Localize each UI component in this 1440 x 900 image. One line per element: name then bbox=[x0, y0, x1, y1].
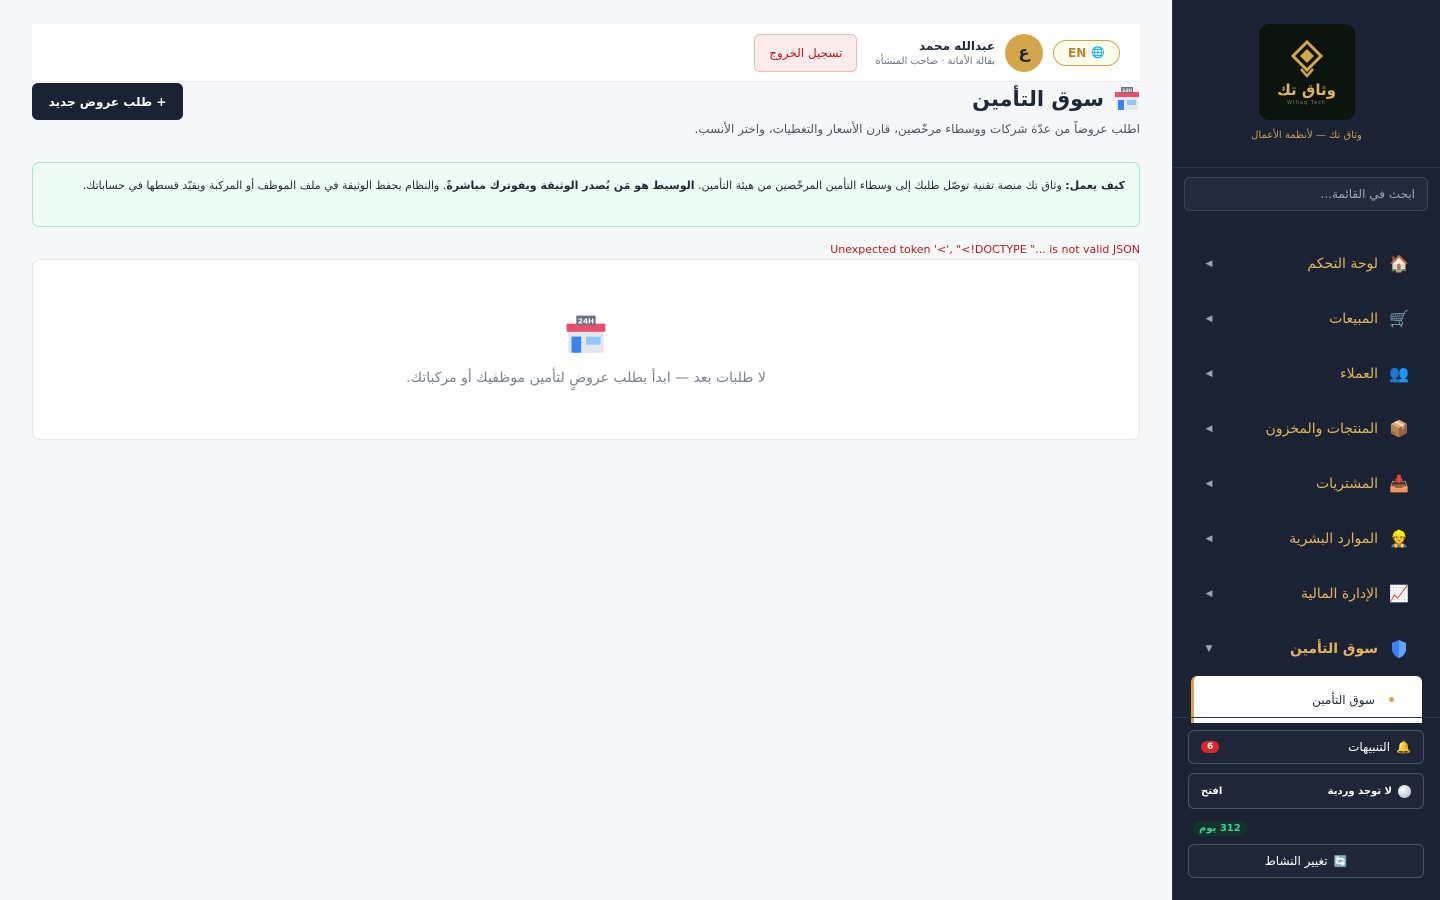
sidebar-item-purchases[interactable]: 📥 المشتريات ◀ bbox=[1173, 456, 1440, 511]
brand-tagline: وثاق تك — لأنظمة الأعمال bbox=[1251, 130, 1362, 141]
sidebar-item-label: المشتريات bbox=[1315, 475, 1378, 492]
inbox-icon: 📥 bbox=[1389, 474, 1409, 493]
caret-down-icon: ▼ bbox=[1205, 643, 1213, 654]
notice-text-1: وثاق تك منصة تقنية توصّل طلبك إلى وسطاء … bbox=[694, 179, 1066, 192]
svg-text:24H: 24H bbox=[1122, 88, 1132, 94]
notice-bold: الوسيط هو مَن يُصدر الوثيقة ويفوترك مباش… bbox=[446, 179, 695, 192]
sidebar-item-label: الإدارة المالية bbox=[1300, 585, 1378, 602]
top-bar: تسجيل الخروج ع عبدالله محمد بقالة الأمان… bbox=[32, 24, 1140, 82]
sidebar-item-label: سوق التأمين bbox=[1290, 640, 1378, 657]
page-title: سوق التأمين bbox=[972, 87, 1104, 111]
how-it-works-notice: كيف يعمل: وثاق تك منصة تقنية توصّل طلبك … bbox=[32, 162, 1140, 227]
caret-left-icon: ◀ bbox=[1205, 478, 1213, 489]
store-24h-icon: 24H bbox=[1115, 87, 1139, 110]
sidebar-footer: 🔔 التنبيهات 6 لا توجد وردية افتح 312 يوم… bbox=[1173, 717, 1440, 878]
bullet-dot-icon bbox=[1389, 697, 1394, 702]
shield-icon bbox=[1388, 638, 1410, 660]
new-quote-request-button[interactable]: + طلب عروض جديد bbox=[32, 83, 183, 120]
chart-icon: 📈 bbox=[1389, 584, 1409, 603]
sidebar-item-hr[interactable]: 👷 الموارد البشرية ◀ bbox=[1173, 511, 1440, 566]
user-role: بقالة الأمانة · صاحب المنشأة bbox=[875, 55, 996, 67]
logo-subtext: Wthaq Tech bbox=[1286, 99, 1327, 106]
error-message: Unexpected token '<', "<!DOCTYPE "... is… bbox=[830, 243, 1140, 256]
sidebar-item-customers[interactable]: 👥 العملاء ◀ bbox=[1173, 346, 1440, 401]
switch-business-label: تغيير النشاط bbox=[1264, 854, 1328, 868]
globe-icon: 🌐 bbox=[1091, 46, 1105, 59]
page-header: 24H سوق التأمين اطلب عروضاً من عدّة شركا… bbox=[32, 83, 1140, 146]
alerts-count-badge: 6 bbox=[1201, 741, 1220, 753]
shift-status: لا توجد وردية افتح bbox=[1188, 773, 1424, 809]
user-name: عبدالله محمد bbox=[918, 38, 996, 53]
person-icon: 👷 bbox=[1389, 529, 1409, 548]
caret-left-icon: ◀ bbox=[1205, 368, 1213, 379]
sidebar-item-label: المبيعات bbox=[1329, 310, 1378, 327]
switch-business-button[interactable]: 🔄 تغيير النشاط bbox=[1188, 844, 1424, 878]
caret-left-icon: ◀ bbox=[1205, 423, 1213, 434]
logout-button[interactable]: تسجيل الخروج bbox=[754, 33, 858, 72]
sidebar-item-products[interactable]: 📦 المنتجات والمخزون ◀ bbox=[1173, 401, 1440, 456]
alerts-button[interactable]: 🔔 التنبيهات 6 bbox=[1188, 730, 1424, 764]
logo-text: وثاق تك bbox=[1277, 80, 1336, 99]
caret-left-icon: ◀ bbox=[1205, 588, 1213, 599]
sidebar-subitem-insurance-market[interactable]: سوق التأمين bbox=[1191, 676, 1422, 723]
empty-state-card: 24H لا طلبات بعد — ابدأ بطلب عروضٍ لتأمي… bbox=[32, 259, 1140, 440]
language-label: EN bbox=[1068, 45, 1087, 60]
sidebar-item-label: المنتجات والمخزون bbox=[1265, 420, 1378, 437]
menu-search-input[interactable] bbox=[1184, 177, 1428, 211]
subscription-days-badge: 312 يوم bbox=[1193, 821, 1247, 836]
sidebar-item-label: لوحة التحكم bbox=[1307, 255, 1378, 272]
page-subtitle: اطلب عروضاً من عدّة شركات ووسطاء مرخّصين… bbox=[694, 122, 1140, 136]
shift-label: لا توجد وردية bbox=[1327, 785, 1392, 797]
notice-text-2: . والنظام يحفظ الوثيقة في ملف الموظف أو … bbox=[82, 179, 447, 192]
notice-prefix: كيف يعمل: bbox=[1065, 179, 1125, 192]
shield-icon bbox=[1392, 639, 1406, 658]
status-dot-icon bbox=[1398, 784, 1411, 798]
sidebar-subitem-label: سوق التأمين bbox=[1312, 692, 1375, 707]
sidebar-item-finance[interactable]: 📈 الإدارة المالية ◀ bbox=[1173, 566, 1440, 621]
empty-state-text: لا طلبات بعد — ابدأ بطلب عروضٍ لتأمين مو… bbox=[406, 369, 766, 386]
refresh-icon: 🔄 bbox=[1333, 854, 1348, 868]
caret-left-icon: ◀ bbox=[1205, 533, 1213, 544]
alerts-label: التنبيهات bbox=[1348, 740, 1391, 754]
topbar-actions: تسجيل الخروج ع عبدالله محمد بقالة الأمان… bbox=[754, 33, 1120, 72]
caret-left-icon: ◀ bbox=[1205, 258, 1213, 269]
sidebar-nav: 🏠 لوحة التحكم ◀ 🛒 المبيعات ◀ 👥 العملاء ◀… bbox=[1173, 236, 1440, 723]
sidebar-item-label: الموارد البشرية bbox=[1289, 530, 1378, 547]
sidebar-item-dashboard[interactable]: 🏠 لوحة التحكم ◀ bbox=[1173, 236, 1440, 291]
users-icon: 👥 bbox=[1389, 364, 1409, 383]
user-block: ع عبدالله محمد بقالة الأمانة · صاحب المن… bbox=[875, 33, 1044, 72]
language-toggle[interactable]: EN 🌐 bbox=[1053, 39, 1120, 66]
sidebar-item-label: العملاء bbox=[1340, 365, 1378, 382]
svg-text:24H: 24H bbox=[578, 316, 594, 325]
sidebar: وثاق تك Wthaq Tech وثاق تك — لأنظمة الأع… bbox=[1172, 0, 1440, 900]
sidebar-item-sales[interactable]: 🛒 المبيعات ◀ bbox=[1173, 291, 1440, 346]
main-content: تسجيل الخروج ع عبدالله محمد بقالة الأمان… bbox=[0, 0, 1172, 900]
bell-icon: 🔔 bbox=[1396, 740, 1411, 754]
caret-left-icon: ◀ bbox=[1205, 313, 1213, 324]
logo[interactable]: وثاق تك Wthaq Tech bbox=[1258, 24, 1355, 120]
sidebar-item-insurance[interactable]: سوق التأمين ▼ bbox=[1173, 621, 1440, 676]
open-shift-button[interactable]: افتح bbox=[1201, 786, 1222, 797]
package-icon: 📦 bbox=[1389, 419, 1409, 438]
house-icon: 🏠 bbox=[1389, 254, 1409, 273]
store-24h-icon: 24H bbox=[566, 315, 606, 353]
avatar[interactable]: ع bbox=[1005, 33, 1044, 72]
cart-icon: 🛒 bbox=[1389, 309, 1409, 328]
brand-header: وثاق تك Wthaq Tech وثاق تك — لأنظمة الأع… bbox=[1173, 0, 1440, 168]
logo-mark-icon bbox=[1290, 39, 1323, 78]
